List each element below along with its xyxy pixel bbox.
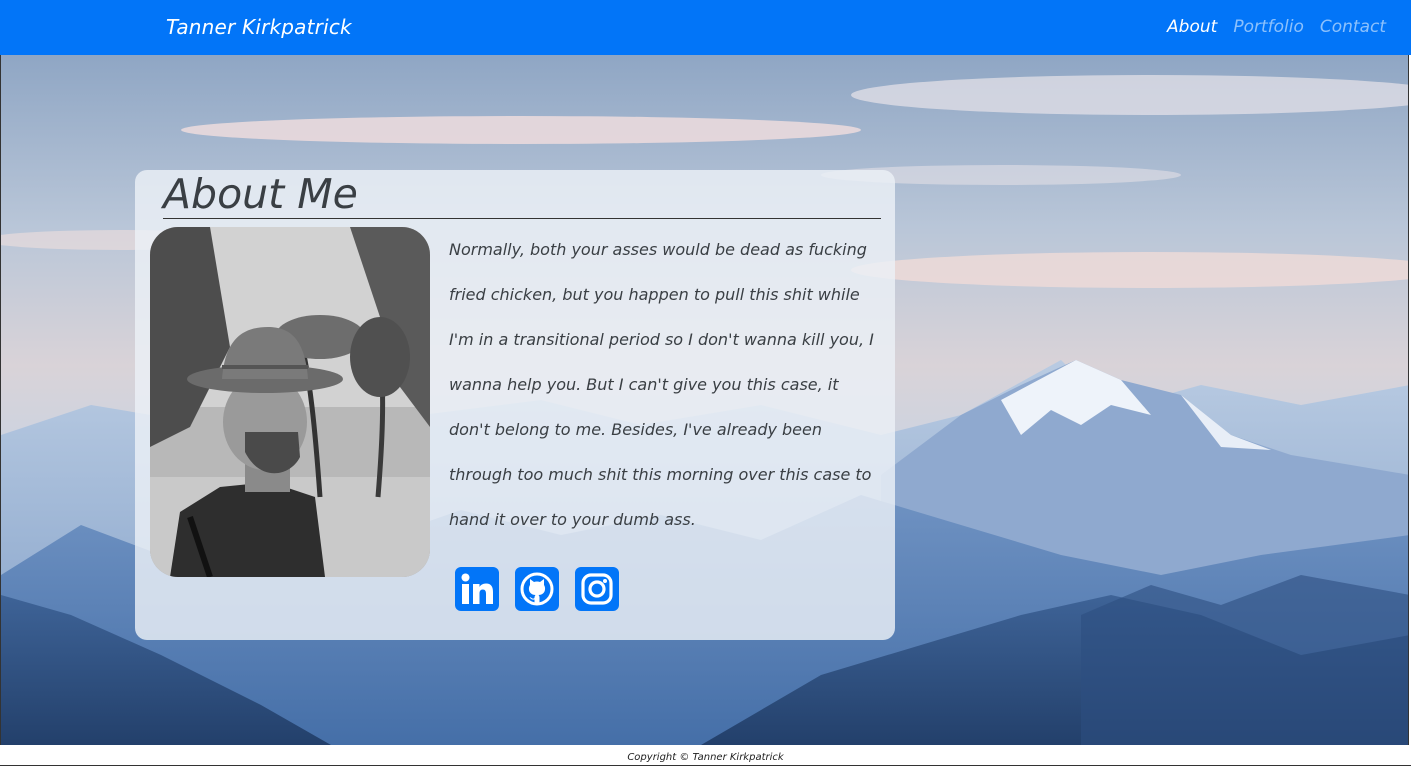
profile-photo-image — [150, 227, 430, 577]
brand-link[interactable]: Tanner Kirkpatrick — [166, 13, 352, 41]
nav-link-about[interactable]: About — [1167, 14, 1217, 40]
navbar: Tanner Kirkpatrick About Portfolio Conta… — [0, 0, 1411, 55]
copyright-text: Copyright © Tanner Kirkpatrick — [627, 752, 784, 763]
social-links — [455, 567, 619, 611]
instagram-icon[interactable] — [575, 567, 619, 611]
linkedin-icon[interactable] — [455, 567, 499, 611]
about-heading: About Me — [163, 170, 881, 219]
profile-photo — [150, 227, 430, 577]
nav-links: About Portfolio Contact — [1167, 14, 1386, 40]
bio-text: Normally, both your asses would be dead … — [449, 240, 874, 529]
github-icon[interactable] — [515, 567, 559, 611]
about-card: About Me Normally, both your asses would… — [135, 170, 895, 640]
footer: Copyright © Tanner Kirkpatrick — [0, 745, 1411, 766]
nav-link-portfolio[interactable]: Portfolio — [1233, 14, 1304, 40]
nav-link-contact[interactable]: Contact — [1320, 14, 1386, 40]
